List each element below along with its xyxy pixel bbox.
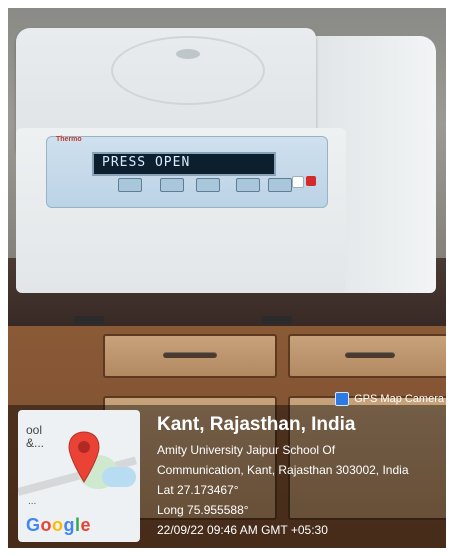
drawer-handle xyxy=(345,352,395,358)
panel-button xyxy=(236,178,260,192)
address-line-2: Communication, Kant, Rajasthan 303002, I… xyxy=(157,463,409,477)
map-ellipsis: ... xyxy=(28,496,37,507)
drawer-right xyxy=(288,334,446,378)
map-thumbnail: ool &... ... Google xyxy=(18,410,140,542)
start-button xyxy=(292,176,304,188)
google-logo: Google xyxy=(26,515,91,536)
longitude: Long 75.955588° xyxy=(157,503,249,517)
lid-window xyxy=(111,36,265,105)
datetime: 22/09/22 09:46 AM GMT +05:30 xyxy=(157,523,328,537)
gps-camera-badge: GPS Map Camera xyxy=(335,392,444,406)
google-letter: e xyxy=(80,515,92,535)
machine-foot xyxy=(74,316,104,324)
google-letter: o xyxy=(52,515,64,535)
google-letter: g xyxy=(63,515,76,535)
panel-button xyxy=(160,178,184,192)
drawer-handle xyxy=(163,352,217,358)
location-title: Kant, Rajasthan, India xyxy=(157,414,356,435)
google-letter: o xyxy=(40,515,53,535)
google-letter: G xyxy=(26,515,41,535)
camera-icon xyxy=(335,392,350,406)
panel-button xyxy=(118,178,142,192)
lid-knob xyxy=(176,49,200,59)
brand-label: Thermo xyxy=(56,136,82,143)
stop-button xyxy=(306,176,316,186)
panel-button xyxy=(268,178,292,192)
lcd-text: PRESS OPEN xyxy=(102,155,191,170)
camera-badge-label: GPS Map Camera xyxy=(354,393,444,405)
latitude: Lat 27.173467° xyxy=(157,483,239,497)
panel-button xyxy=(196,178,220,192)
centrifuge: Thermo PRESS OPEN xyxy=(16,28,440,324)
map-label: ool &... xyxy=(26,423,45,451)
map-pin-icon xyxy=(67,430,101,484)
drawer-left xyxy=(103,334,277,378)
address-line-1: Amity University Jaipur School Of xyxy=(157,443,336,457)
map-water xyxy=(102,467,136,487)
location-info: Kant, Rajasthan, India Amity University … xyxy=(157,414,442,540)
machine-foot xyxy=(262,316,292,324)
